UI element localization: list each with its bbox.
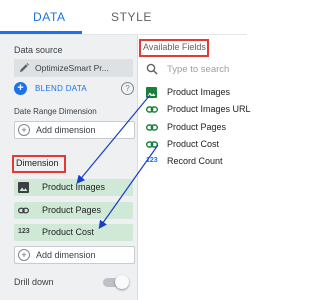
search-icon [146,63,158,75]
active-tab-indicator [0,31,82,34]
help-icon[interactable]: ? [121,82,134,95]
tab-bar: DATA STYLE [0,0,247,35]
field-label: Record Count [167,156,223,166]
drill-down-label: Drill down [14,277,54,287]
blend-data-label: BLEND DATA [35,84,88,93]
field-item-product-images-url[interactable]: Product Images URL [146,103,251,117]
field-item-product-images[interactable]: Product Images [146,86,246,100]
data-source-label: Data source [14,45,63,55]
add-dimension-label: Add dimension [36,125,96,135]
field-item-product-cost[interactable]: Product Cost [146,138,246,152]
field-item-product-pages[interactable]: Product Pages [146,121,246,135]
dimension-chip-product-cost[interactable]: 123 Product Cost [14,224,133,241]
date-range-dimension-label: Date Range Dimension [14,107,97,116]
image-icon [146,87,157,98]
data-source-name: OptimizeSmart Pr... [35,63,109,73]
add-circle-icon: + [14,82,27,95]
add-date-range-dimension-button[interactable]: + Add dimension [14,121,135,139]
dimension-chip-label: Product Cost [42,227,95,237]
number-type-icon: 123 [146,157,158,164]
blend-data-button[interactable]: + BLEND DATA ? [14,82,134,98]
available-fields-label: Available Fields [143,42,206,52]
add-circle-icon: + [18,124,30,136]
field-label: Product Images [167,87,231,97]
field-search-input[interactable]: Type to search [167,64,229,75]
dimension-chip-label: Product Images [42,182,106,192]
number-type-icon: 123 [18,228,30,235]
field-label: Product Images URL [167,104,251,114]
dimension-chip-label: Product Pages [42,205,102,215]
add-dimension-button[interactable]: + Add dimension [14,246,135,264]
drill-down-toggle-knob[interactable] [115,275,129,289]
link-icon [146,124,158,131]
tab-style[interactable]: STYLE [111,10,152,24]
pencil-icon[interactable] [18,62,30,74]
add-dimension-label: Add dimension [36,250,96,260]
link-icon [18,207,29,214]
image-icon [18,182,29,193]
link-icon [146,141,158,148]
dimension-chip-product-pages[interactable]: Product Pages [14,202,133,219]
field-label: Product Cost [167,139,220,149]
dimension-label: Dimension [16,158,59,168]
field-item-record-count[interactable]: 123 Record Count [146,155,246,169]
link-icon [146,106,158,113]
dimension-chip-product-images[interactable]: Product Images [14,179,133,196]
data-source-selector[interactable]: OptimizeSmart Pr... [14,59,133,77]
add-circle-icon: + [18,249,30,261]
tab-data[interactable]: DATA [33,10,66,24]
field-label: Product Pages [167,122,227,132]
